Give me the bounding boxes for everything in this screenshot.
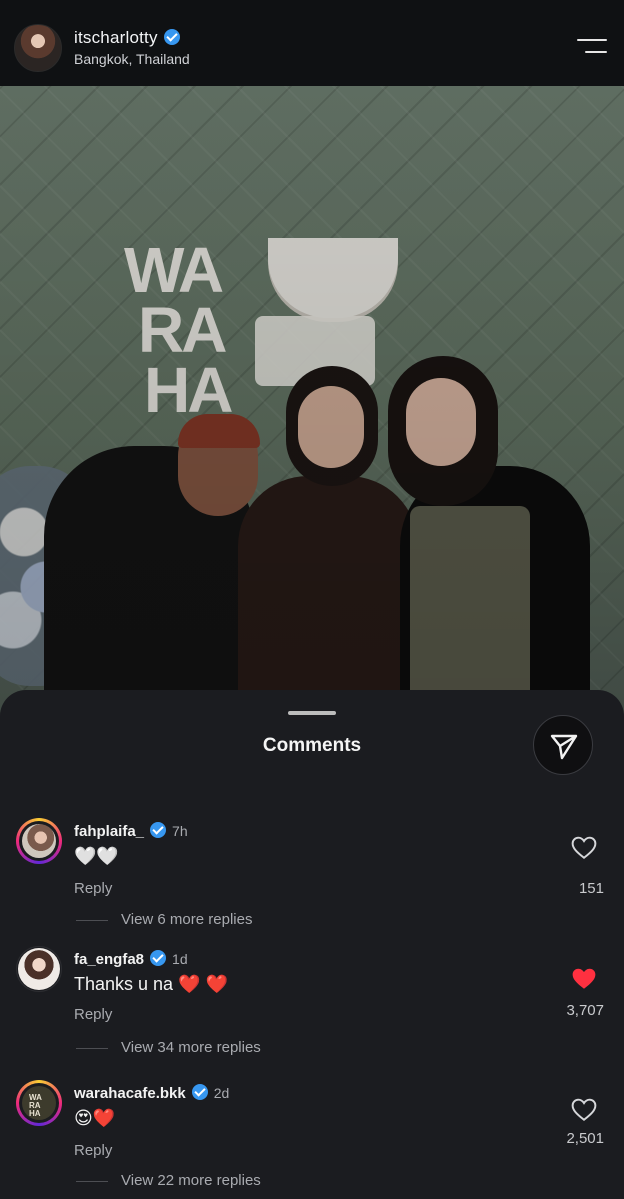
comments-title: Comments (262, 735, 362, 756)
comment-text: 🤍🤍 (74, 846, 119, 866)
comment-time: 2d (213, 1085, 230, 1101)
like-count: 3,707 (566, 1002, 604, 1019)
like-count: 2,501 (566, 1130, 604, 1147)
sheet-drag-handle[interactable] (288, 711, 336, 715)
post-header: itscharlotty Bangkok, Thailand (0, 0, 624, 86)
heart-outline-icon[interactable] (571, 836, 597, 860)
commenter-username[interactable]: fahplaifa_ (74, 823, 144, 840)
view-more-replies[interactable]: View 34 more replies (76, 1039, 261, 1056)
cafe-logo-icon: WA RA HA (29, 1093, 42, 1118)
comment-text: 😍❤️ (74, 1108, 116, 1128)
commenter-avatar[interactable] (16, 818, 62, 864)
view-more-replies[interactable]: View 22 more replies (76, 1172, 261, 1189)
post-location[interactable]: Bangkok, Thailand (74, 51, 190, 67)
post-photo[interactable]: WA RA HA (0, 86, 624, 716)
reply-button[interactable]: Reply (74, 880, 112, 897)
author-avatar[interactable] (14, 24, 62, 72)
like-count: 151 (578, 880, 604, 897)
commenter-username[interactable]: warahacafe.bkk (74, 1085, 186, 1102)
verified-badge-icon (150, 950, 167, 966)
share-button[interactable] (533, 715, 593, 775)
view-more-replies-label: View 34 more replies (121, 1039, 261, 1056)
commenter-avatar[interactable]: WA RA HA (16, 1080, 62, 1126)
send-icon (550, 734, 578, 760)
commenter-username-row[interactable]: fa_engfa8 1d (74, 950, 188, 968)
comment-time: 7h (172, 823, 188, 839)
verified-badge-icon (191, 1084, 208, 1100)
commenter-avatar[interactable] (16, 946, 62, 992)
reply-button[interactable]: Reply (74, 1142, 112, 1159)
verified-badge-icon (150, 822, 167, 838)
heart-outline-icon[interactable] (571, 1098, 597, 1122)
menu-icon[interactable] (577, 39, 607, 55)
commenter-username-row[interactable]: warahacafe.bkk 2d (74, 1084, 229, 1102)
verified-badge-icon (163, 29, 180, 45)
author-username-row[interactable]: itscharlotty (74, 28, 180, 48)
commenter-username-row[interactable]: fahplaifa_ 7h (74, 822, 188, 840)
view-more-replies[interactable]: View 6 more replies (76, 911, 252, 928)
photo-overlay (0, 86, 624, 716)
heart-filled-icon[interactable] (571, 967, 597, 991)
commenter-username[interactable]: fa_engfa8 (74, 951, 144, 968)
comments-sheet: Comments fahplaifa_ 7h 🤍🤍 Reply View 6 mo… (0, 690, 624, 1199)
view-more-replies-label: View 6 more replies (121, 911, 253, 928)
reply-button[interactable]: Reply (74, 1006, 112, 1023)
author-username[interactable]: itscharlotty (74, 28, 158, 47)
comment-time: 1d (172, 951, 188, 967)
view-more-replies-label: View 22 more replies (121, 1172, 261, 1189)
comment-text: Thanks u na ❤️ ❤️ (74, 974, 228, 994)
